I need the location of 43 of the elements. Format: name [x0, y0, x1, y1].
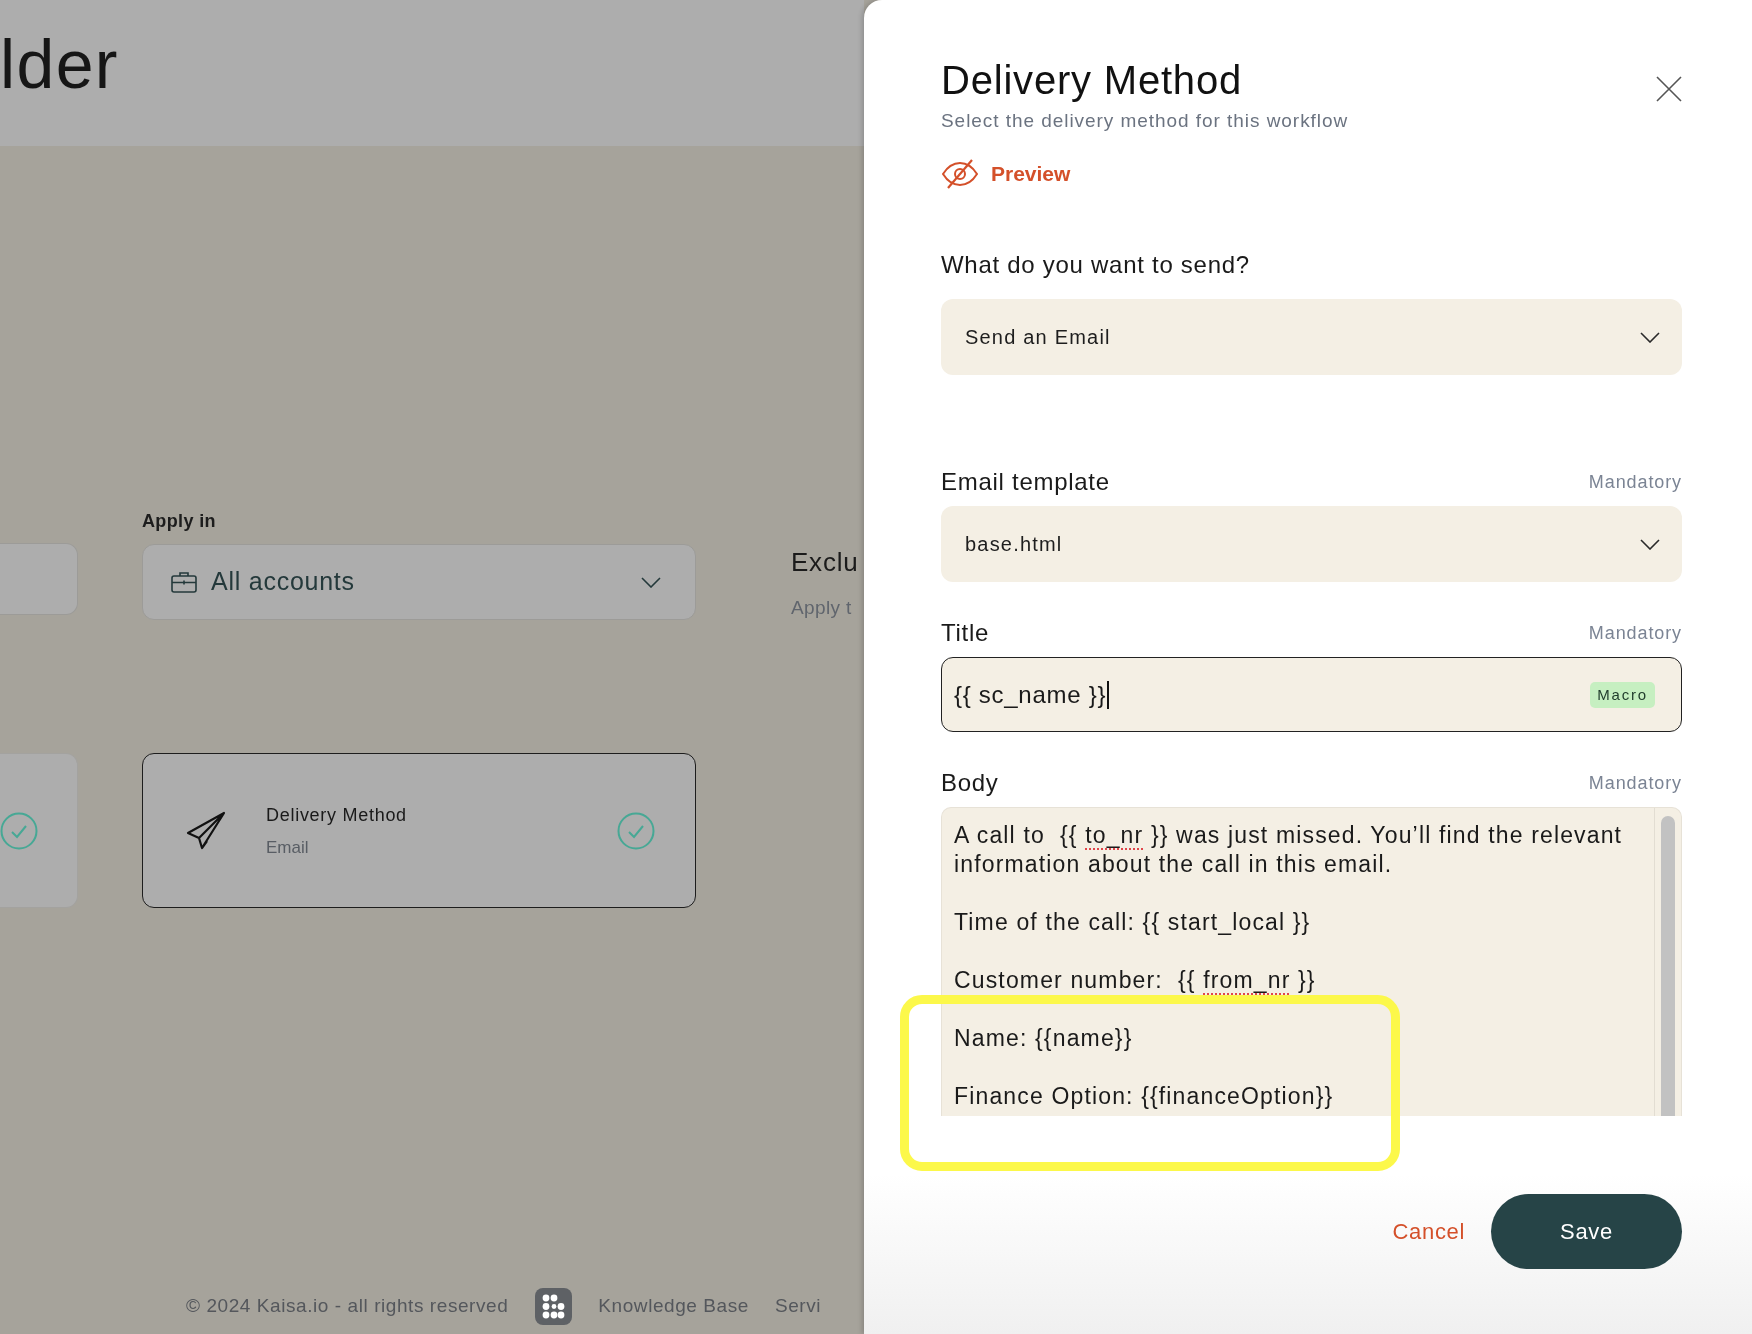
- mandatory-note: Mandatory: [1588, 622, 1682, 645]
- panel-subtitle: Select the delivery method for this workflow: [941, 109, 1349, 133]
- field-label: What do you want to send?: [941, 250, 1251, 280]
- text-input[interactable]: {{ sc_name }} Macro: [941, 657, 1682, 732]
- mandatory-note: Mandatory: [1588, 471, 1682, 494]
- paper-plane-icon: [186, 810, 226, 851]
- chevron-down-icon: [1640, 331, 1660, 343]
- dropdown-select[interactable]: Send an Email: [941, 299, 1682, 375]
- field-label: Email template: [941, 467, 1110, 497]
- dropdown-select[interactable]: All accounts: [142, 544, 696, 620]
- body-paragraph: Finance Option: {{financeOption}}: [954, 1082, 1335, 1111]
- card-title: Delivery Method: [266, 803, 407, 826]
- text-cursor-icon: [1107, 680, 1110, 709]
- body-paragraph: Name: {{name}}: [954, 1024, 1134, 1053]
- body-paragraph: Time of the call: {{ start_local }}: [954, 908, 1312, 937]
- body-paragraph: A call to {{ to_nr }} was just missed. You’ll find the relevant information about the call in this email.: [954, 821, 1624, 879]
- mandatory-note: Mandatory: [1588, 772, 1682, 795]
- chevron-down-icon: [1640, 538, 1660, 550]
- field-label: Apply in: [142, 510, 216, 532]
- logo-icon: [535, 1288, 573, 1325]
- section-heading: Exclu: [791, 546, 859, 578]
- briefcase-icon: [171, 571, 197, 593]
- preview-link[interactable]: Preview: [941, 158, 1071, 190]
- body-paragraph: Customer number: {{ from_nr }}: [954, 966, 1317, 995]
- scrollbar-thumb[interactable]: [1661, 816, 1675, 1116]
- chevron-down-icon: [641, 576, 661, 588]
- eye-slash-icon: [941, 158, 979, 190]
- step-card[interactable]: Delivery Method Email: [142, 753, 696, 908]
- field-label: Body: [941, 768, 999, 798]
- page-heading: lder: [0, 25, 119, 104]
- close-icon: [1656, 76, 1682, 102]
- section-description: Apply t: [791, 596, 853, 620]
- panel-title: Delivery Method: [941, 57, 1243, 104]
- body-editor[interactable]: [941, 807, 1682, 1116]
- macro-tag: Macro: [1590, 681, 1655, 708]
- step-card[interactable]: [0, 753, 78, 908]
- dropdown-select[interactable]: base.html: [941, 506, 1682, 582]
- card-subtitle: Email: [266, 837, 309, 857]
- close-button[interactable]: [1656, 76, 1682, 102]
- field-label: Title: [941, 618, 990, 648]
- cancel-button[interactable]: Cancel: [1392, 1216, 1465, 1247]
- save-button[interactable]: Save: [1491, 1194, 1682, 1269]
- copyright-text: © 2024 Kaisa.io - all rights reserved: [186, 1294, 509, 1319]
